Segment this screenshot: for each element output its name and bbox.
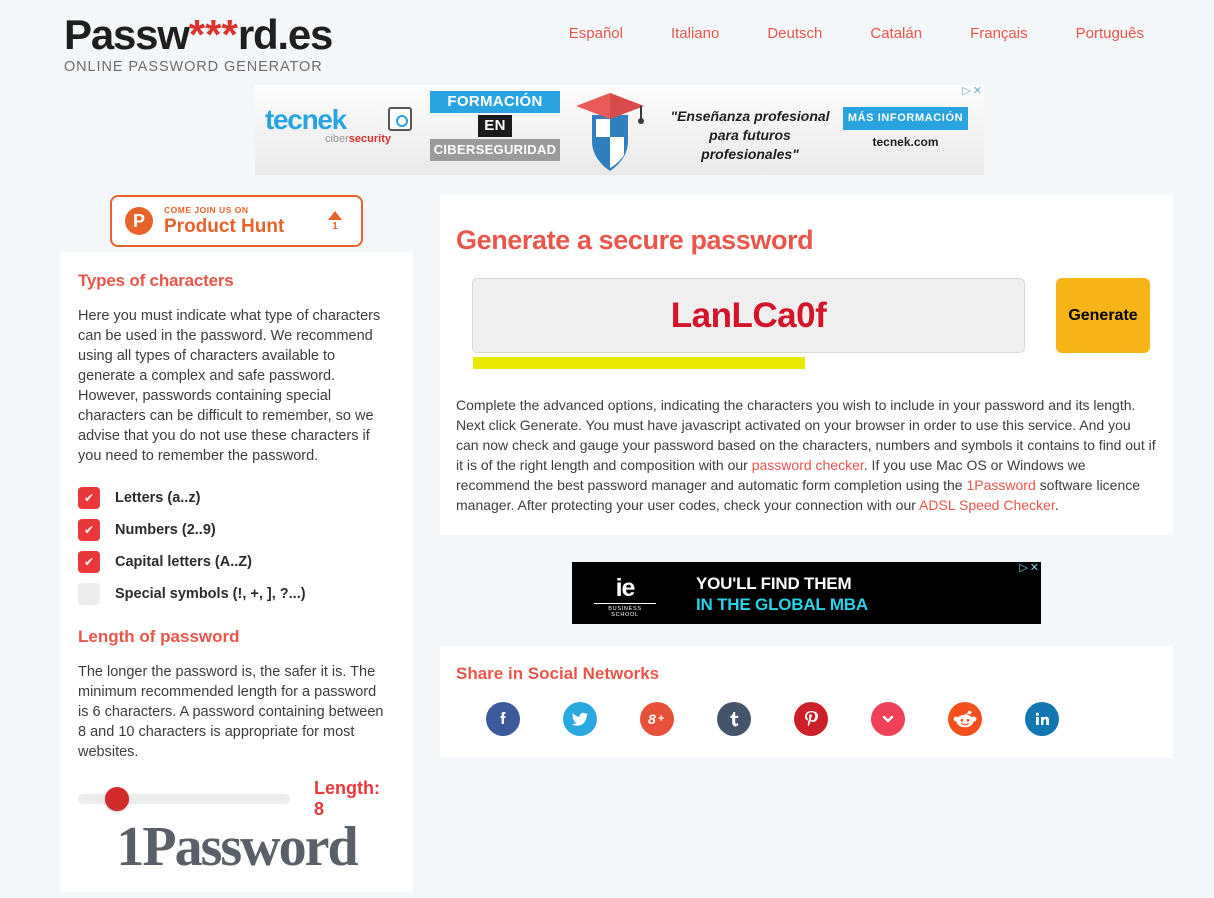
types-of-characters-text: Here you must indicate what type of char…: [78, 308, 381, 464]
option-numbers-label: Numbers (2..9): [115, 522, 216, 538]
ad-headline-line3: CIBERSEGURIDAD: [430, 139, 560, 161]
logo-text-pre: Passw: [64, 11, 190, 58]
product-hunt-badge[interactable]: COME JOIN US ON Product Hunt 1: [110, 195, 363, 247]
nav-item-italiano[interactable]: Italiano: [647, 24, 743, 44]
types-of-characters-title: Types of characters: [78, 271, 234, 290]
onepassword-banner[interactable]: 1Password: [60, 802, 413, 892]
adchoices-icon[interactable]: ▷: [1019, 563, 1027, 574]
page-root: Passw***rd.es ONLINE PASSWORD GENERATOR …: [0, 0, 1214, 898]
graduation-shield-icon: [570, 89, 650, 173]
logo-tagline: ONLINE PASSWORD GENERATOR: [64, 59, 323, 75]
ie-wordmark: ie: [615, 574, 636, 602]
option-capital-letters-label: Capital letters (A..Z): [115, 554, 252, 570]
ie-business-school-advertisement[interactable]: ie BUSINESS SCHOOL YOU'LL FIND THEM IN T…: [572, 562, 1041, 624]
generate-button[interactable]: Generate: [1056, 278, 1150, 353]
password-value: LanLCa0f: [670, 295, 827, 335]
options-sidebar: Types of characters Here you must indica…: [60, 252, 413, 892]
option-numbers[interactable]: Numbers (2..9): [78, 514, 389, 546]
ad-quote: "Enseñanza profesional para futuros prof…: [670, 108, 830, 162]
ad-url: tecnek.com: [872, 135, 939, 149]
ie-logo: ie BUSINESS SCHOOL: [594, 576, 656, 618]
close-icon[interactable]: ✕: [1030, 563, 1039, 574]
nav-item-espanol[interactable]: Español: [545, 24, 647, 44]
option-capital-letters[interactable]: Capital letters (A..Z): [78, 546, 389, 578]
page-title: Generate a secure password: [456, 225, 814, 255]
adchoices-icon[interactable]: ▷: [962, 86, 970, 97]
site-logo[interactable]: Passw***rd.es ONLINE PASSWORD GENERATOR: [64, 11, 334, 76]
ad-cta-block[interactable]: MÁS INFORMACIÓN tecnek.com: [843, 107, 968, 149]
nav-item-francais[interactable]: Français: [946, 24, 1052, 44]
ad-headline-stack: FORMACIÓN EN CIBERSEGURIDAD: [430, 91, 560, 163]
top-advertisement[interactable]: tecnek cibersecurity FORMACIÓN EN CIBERS…: [255, 85, 984, 175]
instructions-text-4: .: [1054, 497, 1059, 513]
product-hunt-title: Product Hunt: [164, 216, 285, 237]
svg-text:+: +: [658, 713, 664, 725]
product-hunt-subtitle: COME JOIN US ON: [164, 205, 249, 215]
pocket-icon[interactable]: [871, 702, 905, 736]
option-letters-label: Letters (a..z): [115, 490, 201, 506]
option-special-symbols-label: Special symbols (!, +, ], ?...): [115, 586, 306, 602]
checkbox-letters[interactable]: [78, 487, 100, 509]
instructions-paragraph: Complete the advanced options, indicatin…: [456, 395, 1157, 515]
ie-sublabel: BUSINESS SCHOOL: [608, 606, 642, 618]
close-icon[interactable]: ✕: [973, 86, 982, 97]
option-letters[interactable]: Letters (a..z): [78, 482, 389, 514]
length-of-password-title: Length of password: [78, 627, 240, 646]
linkedin-icon[interactable]: [1025, 702, 1059, 736]
twitter-icon[interactable]: [563, 702, 597, 736]
googleplus-icon[interactable]: 8 +: [640, 702, 674, 736]
option-special-symbols[interactable]: Special symbols (!, +, ], ?...): [78, 578, 389, 610]
ad-cta-button[interactable]: MÁS INFORMACIÓN: [843, 107, 968, 130]
sidebar-content: Types of characters Here you must indica…: [60, 252, 413, 820]
tecnek-tagline-security: security: [348, 133, 391, 145]
link-adsl-speed-checker[interactable]: ADSL Speed Checker: [919, 497, 1055, 513]
logo-asterisks: ***: [188, 11, 238, 58]
checkbox-numbers[interactable]: [78, 519, 100, 541]
nav-item-catalan[interactable]: Catalán: [846, 24, 946, 44]
ad-headline-line2: EN: [478, 115, 512, 137]
reddit-icon[interactable]: [948, 702, 982, 736]
nav-item-deutsch[interactable]: Deutsch: [743, 24, 846, 44]
facebook-icon[interactable]: [486, 702, 520, 736]
link-1password[interactable]: 1Password: [967, 477, 1036, 493]
password-row: LanLCa0f Generate: [472, 278, 1173, 369]
upvote-arrow-icon: [328, 210, 342, 220]
link-password-checker[interactable]: password checker: [752, 457, 864, 473]
onepassword-logo: 1Password: [116, 816, 358, 878]
logo-text-post: rd.es: [237, 11, 334, 58]
ie-ad-controls[interactable]: ▷ ✕: [1019, 563, 1039, 574]
password-strength-track: [473, 357, 1026, 369]
tecnek-target-icon: [388, 107, 412, 131]
upvote-count: 1: [332, 220, 338, 232]
social-share-panel: Share in Social Networks 8 +: [440, 646, 1173, 758]
logo-wordmark: Passw***rd.es: [64, 11, 334, 58]
generator-panel: Generate a secure password LanLCa0f Gene…: [440, 195, 1173, 535]
ie-divider: [594, 603, 656, 604]
pinterest-icon[interactable]: [794, 702, 828, 736]
ie-headline-line2: IN THE GLOBAL MBA: [696, 595, 868, 614]
product-hunt-text: COME JOIN US ON Product Hunt: [164, 205, 315, 237]
ad-controls[interactable]: ▷ ✕: [962, 86, 982, 97]
password-output-field[interactable]: LanLCa0f: [472, 278, 1025, 353]
length-of-password-text: The longer the password is, the safer it…: [78, 664, 384, 760]
ie-headline-line1: YOU'LL FIND THEM: [696, 574, 852, 593]
nav-item-portugues[interactable]: Português: [1052, 24, 1168, 44]
svg-text:8: 8: [648, 711, 656, 727]
product-hunt-upvote[interactable]: 1: [315, 210, 355, 232]
ad-headline-line1: FORMACIÓN: [430, 91, 560, 113]
language-nav: Español Italiano Deutsch Catalán Françai…: [545, 24, 1168, 44]
password-strength-bar: [473, 357, 805, 369]
social-icon-row: 8 +: [486, 702, 1173, 736]
checkbox-capital-letters[interactable]: [78, 551, 100, 573]
tumblr-icon[interactable]: [717, 702, 751, 736]
tecnek-tagline-ciber: ciber: [324, 133, 349, 145]
checkbox-special-symbols[interactable]: [78, 583, 100, 605]
social-share-heading: Share in Social Networks: [456, 664, 660, 683]
site-header: Passw***rd.es ONLINE PASSWORD GENERATOR …: [0, 0, 1214, 84]
product-hunt-icon: [125, 207, 153, 235]
character-options-list: Letters (a..z) Numbers (2..9) Capital le…: [78, 482, 389, 610]
